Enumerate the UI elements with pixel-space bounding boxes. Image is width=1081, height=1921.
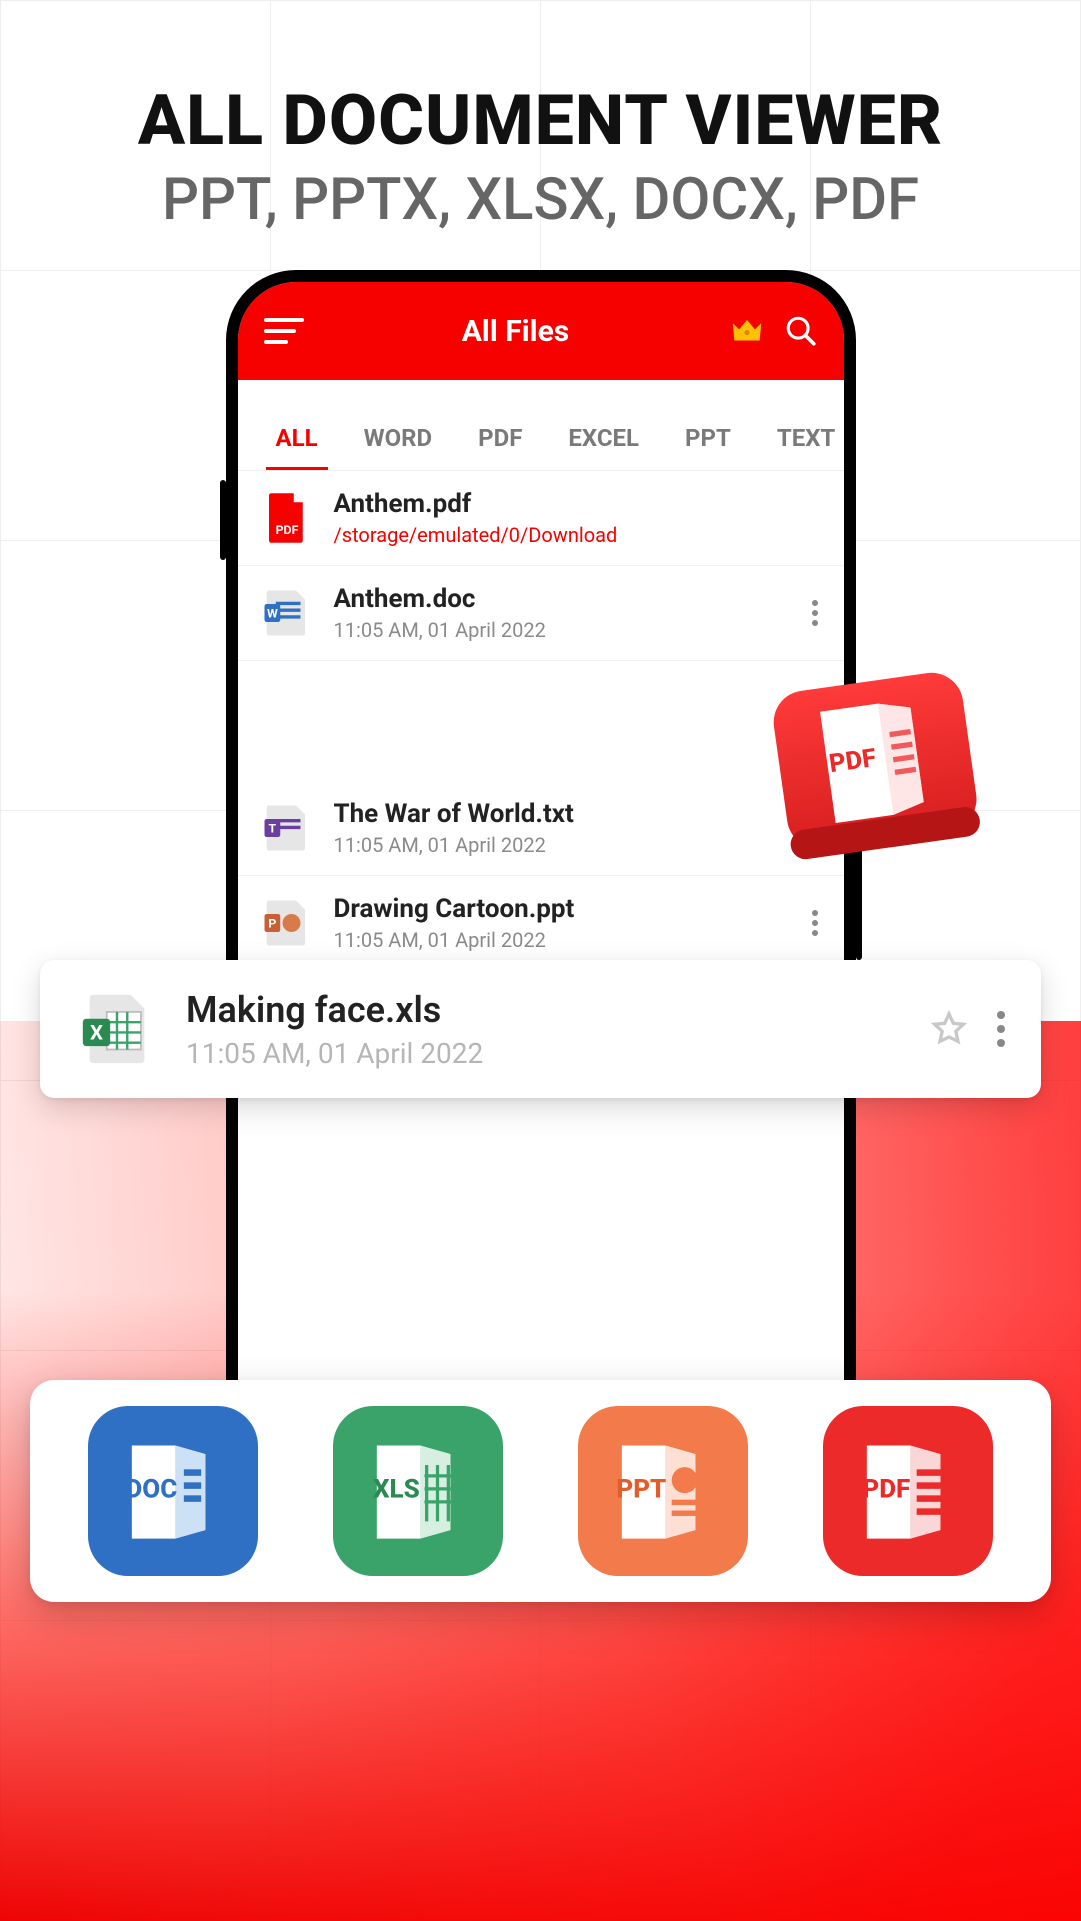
tab-ppt[interactable]: PPT — [677, 424, 739, 452]
list-item[interactable]: PDF Anthem.pdf /storage/emulated/0/Downl… — [238, 471, 844, 566]
pdf-file-icon: PDF — [258, 489, 316, 547]
svg-text:DOC: DOC — [125, 1475, 177, 1505]
highlighted-file-card[interactable]: X Making face.xls 11:05 AM, 01 April 202… — [40, 960, 1041, 1098]
file-name: Making face.xls — [186, 989, 929, 1031]
file-name: The War of World.txt — [334, 799, 812, 829]
ppt-file-icon: P — [258, 894, 316, 952]
star-icon[interactable] — [929, 1009, 969, 1049]
more-icon[interactable] — [812, 910, 818, 936]
headline-subtitle: PPT, PPTX, XLSX, DOCX, PDF — [0, 166, 1081, 234]
tab-word[interactable]: WORD — [356, 424, 441, 452]
crown-icon[interactable] — [728, 312, 766, 350]
svg-text:W: W — [266, 608, 277, 622]
file-name: Anthem.pdf — [334, 489, 818, 519]
more-icon[interactable] — [997, 1011, 1005, 1047]
doc-file-icon: W — [258, 584, 316, 642]
app-title: All Files — [322, 314, 710, 349]
xls-file-icon: X — [76, 988, 158, 1070]
headline-title: ALL DOCUMENT VIEWER — [0, 80, 1081, 162]
svg-text:P: P — [268, 918, 276, 932]
svg-text:PDF: PDF — [275, 524, 298, 538]
doc-tile[interactable]: DOC — [88, 1406, 258, 1576]
svg-text:T: T — [268, 823, 276, 837]
tab-all[interactable]: ALL — [268, 424, 326, 452]
txt-file-icon: T — [258, 799, 316, 857]
ppt-tile[interactable]: PPT — [578, 1406, 748, 1576]
app-header: All Files — [238, 282, 844, 380]
svg-text:X: X — [90, 1021, 103, 1045]
file-name: Drawing Cartoon.ppt — [334, 894, 812, 924]
xls-tile[interactable]: XLS — [333, 1406, 503, 1576]
file-name: Anthem.doc — [334, 584, 812, 614]
search-icon[interactable] — [784, 314, 818, 348]
file-meta: /storage/emulated/0/Download — [334, 523, 818, 547]
pdf-3d-tile: PDF — [756, 646, 994, 874]
list-item[interactable]: P Drawing Cartoon.ppt 11:05 AM, 01 April… — [238, 876, 844, 971]
list-item[interactable]: T The War of World.txt 11:05 AM, 01 Apri… — [238, 781, 844, 876]
pdf-tile[interactable]: PDF — [823, 1406, 993, 1576]
file-meta: 11:05 AM, 01 April 2022 — [334, 618, 812, 642]
file-meta: 11:05 AM, 01 April 2022 — [186, 1037, 929, 1070]
svg-text:PPT: PPT — [616, 1475, 666, 1505]
tab-pdf[interactable]: PDF — [470, 424, 530, 452]
tab-excel[interactable]: EXCEL — [560, 424, 647, 452]
file-meta: 11:05 AM, 01 April 2022 — [334, 928, 812, 952]
list-item[interactable]: W Anthem.doc 11:05 AM, 01 April 2022 — [238, 566, 844, 661]
svg-text:PDF: PDF — [863, 1475, 911, 1505]
file-type-tabs: ALL WORD PDF EXCEL PPT TEXT — [238, 380, 844, 471]
tab-text[interactable]: TEXT — [769, 424, 843, 452]
more-icon[interactable] — [812, 600, 818, 626]
file-meta: 11:05 AM, 01 April 2022 — [334, 833, 812, 857]
menu-icon[interactable] — [264, 318, 304, 344]
svg-text:XLS: XLS — [373, 1475, 420, 1505]
format-icon-strip: DOC XLS PPT PDF — [30, 1380, 1051, 1602]
promo-headline: ALL DOCUMENT VIEWER PPT, PPTX, XLSX, DOC… — [0, 80, 1081, 234]
